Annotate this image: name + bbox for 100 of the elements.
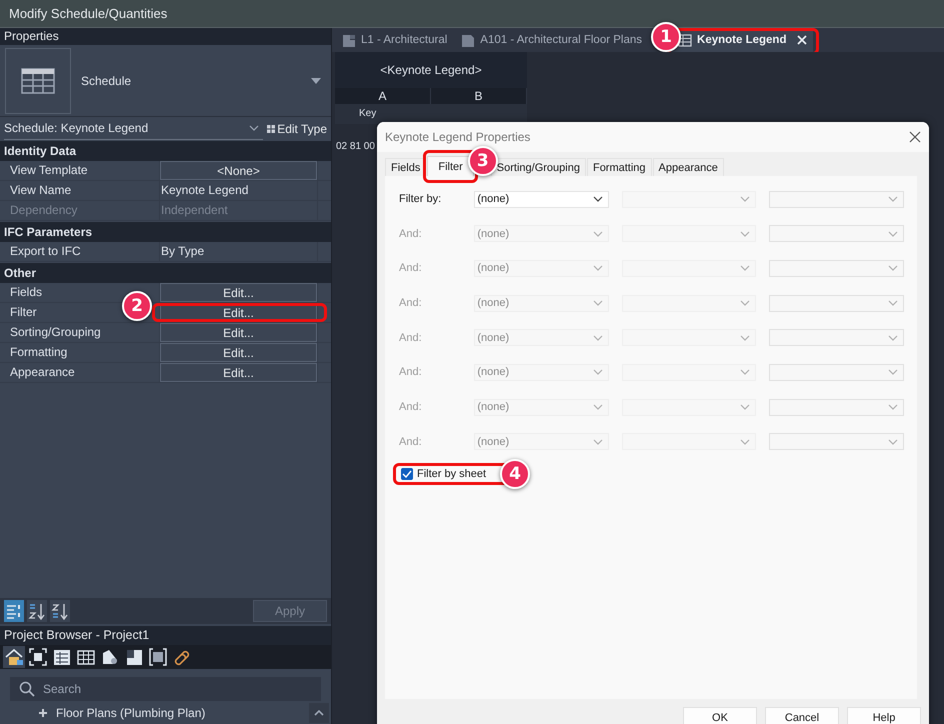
property-label: Dependency [0,201,160,220]
house-icon [4,647,24,667]
sort-button[interactable] [4,600,24,622]
dialog-button[interactable]: Help [847,707,921,724]
dropdown-arrow-icon [311,78,321,84]
filter-label: And: [399,228,423,240]
value-dropdown[interactable] [769,398,904,416]
dialog-title: Keynote Legend Properties [385,130,530,144]
checkmark-icon [402,470,412,478]
edit-button[interactable]: Edit... [160,363,317,382]
toolbar-button[interactable] [3,646,25,668]
value-dropdown[interactable] [769,433,904,450]
sheet-list-icon [52,647,72,667]
search-icon [19,681,35,697]
property-value: By Type [160,243,204,260]
grid-icon [267,124,276,132]
chevron-down-icon [592,300,603,306]
view-tab[interactable]: L1 - Architectural [336,28,454,52]
filter-label: Filter by: [399,193,442,205]
condition-dropdown[interactable] [622,364,756,381]
property-label: View Name [0,181,160,200]
tab[interactable]: Filter [427,156,474,176]
schedule-title: <Keynote Legend> [335,52,527,88]
chevron-down-icon [740,196,750,202]
condition-dropdown[interactable] [622,398,756,416]
dialog-button[interactable]: Cancel [765,707,839,724]
chevron-down-icon [888,265,898,272]
chevron-down-icon [740,438,750,445]
title-bar-text: Modify Schedule/Quantities [0,0,944,28]
value-dropdown[interactable] [769,260,904,277]
view-tab[interactable]: A101 - Architectural Floor Plans [455,28,648,52]
chevron-down-icon [592,369,603,376]
floor-plan-icon [342,32,356,48]
chevron-down-icon [888,404,898,410]
group-header[interactable]: Other [0,263,331,283]
value-dropdown[interactable] [769,225,904,242]
edit-button[interactable]: <None> [160,161,317,180]
edit-type-button[interactable]: Edit Type [263,122,327,136]
condition-dropdown[interactable] [622,260,756,277]
panel-title: Properties [0,28,331,45]
sort-ascending-icon [28,602,46,620]
filter-label: And: [399,401,423,414]
condition-dropdown[interactable] [622,294,756,312]
sheet-roll-icon [100,647,120,667]
chevron-down-icon [592,438,603,445]
property-label: Export to IFC [0,242,160,261]
close-icon[interactable] [909,131,921,143]
chevron-down-icon [740,369,750,376]
sort-button[interactable] [50,600,70,622]
chevron-down-icon [592,404,603,410]
filter-label: And: [399,332,423,344]
instance-dropdown[interactable]: Schedule: Keynote Legend [4,118,264,140]
value-dropdown[interactable] [769,329,904,346]
tab[interactable]: Appearance [652,158,724,176]
tree-item[interactable]: Floor Plans (Plumbing Plan) [0,706,309,720]
group-header[interactable]: IFC Parameters [0,222,331,242]
filter-label: And: [399,262,423,274]
value-dropdown[interactable] [769,364,904,381]
property-value: Independent [160,202,228,219]
tab[interactable]: Sorting/Grouping [490,158,586,176]
table-icon [21,68,55,94]
chevron-down-icon [888,300,898,306]
condition-dropdown[interactable] [622,433,756,450]
tab[interactable]: Formatting [586,158,652,176]
sort-descending-icon [51,602,69,620]
condition-dropdown[interactable] [622,190,756,208]
group-header[interactable]: Identity Data [0,141,331,161]
chevron-down-icon [888,196,898,202]
search-field[interactable]: Search [10,677,321,701]
checkbox-option[interactable]: Filter by sheet [399,466,488,480]
bracket-view-icon [148,647,168,667]
chevron-down-icon [888,230,898,237]
sort-button[interactable] [27,600,47,622]
chevron-down-icon [740,404,750,410]
table-cell-text: 02 81 00 [335,140,376,154]
chevron-down-icon [592,196,603,202]
edit-button[interactable]: Edit... [160,323,317,342]
toolbar-button[interactable] [147,646,169,668]
filter-label: And: [399,297,423,310]
sheet-icon [461,32,476,48]
scroll-up-button[interactable] [309,703,329,723]
condition-dropdown[interactable] [622,329,756,346]
condition-dropdown[interactable] [622,225,756,242]
type-selector[interactable]: Schedule [0,45,331,117]
checkbox[interactable] [401,468,413,480]
edit-button[interactable]: Edit... [160,343,317,362]
field-dropdown[interactable]: (none) [474,190,609,208]
list-icon [5,602,23,620]
edit-button[interactable]: Edit... [160,283,317,302]
filter-label: And: [399,436,423,448]
filter-label: And: [399,366,423,378]
toolbar-button[interactable] [27,646,49,668]
chevron-up-icon [314,710,324,716]
value-dropdown[interactable] [769,190,904,208]
chevron-down-icon [740,334,750,341]
zoom-frame-icon [28,647,48,667]
value-dropdown[interactable] [769,294,904,312]
chevron-down-icon [740,265,750,272]
property-value: Keynote Legend [160,182,248,199]
dialog-button[interactable]: OK [683,707,757,724]
